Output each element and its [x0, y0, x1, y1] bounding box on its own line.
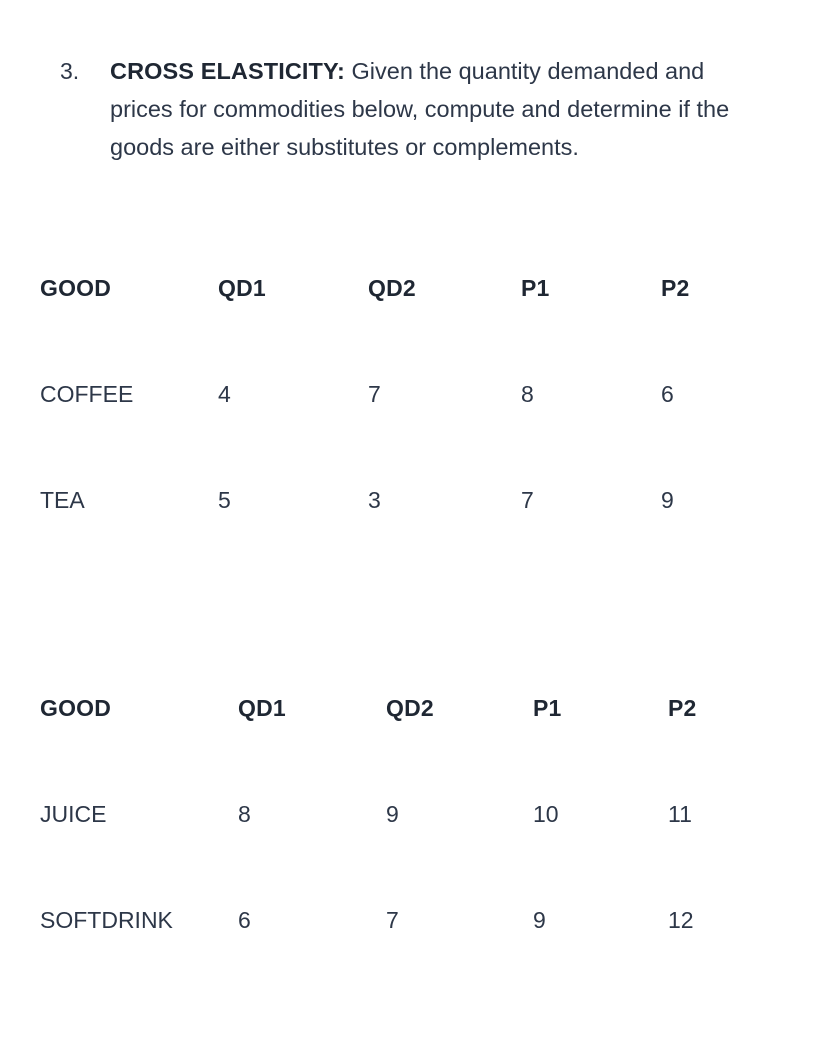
- table-header-row: GOOD QD1 QD2 P1 P2: [40, 695, 740, 801]
- column-header-qd1: QD1: [218, 275, 266, 301]
- table-header-row: GOOD QD1 QD2 P1 P2: [40, 275, 740, 381]
- column-header-p1: P1: [521, 275, 550, 301]
- table-row: SOFTDRINK 6 7 9 12: [40, 907, 740, 947]
- cell-qd1: 5: [218, 487, 231, 513]
- cell-p1: 8: [521, 381, 534, 407]
- question-number: 3.: [60, 58, 80, 84]
- column-header-qd2: QD2: [368, 275, 416, 301]
- column-header-qd2: QD2: [386, 695, 434, 721]
- cross-elasticity-table-1: GOOD QD1 QD2 P1 P2 COFFEE 4 7 8 6 TEA 5 …: [40, 275, 740, 527]
- question-label: CROSS ELASTICITY:: [110, 58, 345, 84]
- table-row: JUICE 8 9 10 11: [40, 801, 740, 907]
- cell-p1: 10: [533, 801, 559, 827]
- document-page: 3. CROSS ELASTICITY: Given the quantity …: [0, 0, 828, 1046]
- question-item: 3. CROSS ELASTICITY: Given the quantity …: [60, 52, 760, 166]
- table-row: COFFEE 4 7 8 6: [40, 381, 740, 487]
- cell-p2: 6: [661, 381, 674, 407]
- column-header-good: GOOD: [40, 695, 112, 721]
- column-header-p1: P1: [533, 695, 562, 721]
- question-text: CROSS ELASTICITY: Given the quantity dem…: [110, 52, 750, 166]
- cell-p1: 7: [521, 487, 534, 513]
- cell-qd2: 9: [386, 801, 399, 827]
- column-header-p2: P2: [661, 275, 690, 301]
- cell-qd1: 4: [218, 381, 231, 407]
- cross-elasticity-table-2: GOOD QD1 QD2 P1 P2 JUICE 8 9 10 11 SOFTD…: [40, 695, 740, 947]
- column-header-qd1: QD1: [238, 695, 286, 721]
- cell-good: COFFEE: [40, 381, 134, 407]
- cell-qd2: 7: [368, 381, 381, 407]
- cell-qd2: 3: [368, 487, 381, 513]
- cell-good: TEA: [40, 487, 85, 513]
- cell-good: SOFTDRINK: [40, 907, 173, 933]
- cell-p1: 9: [533, 907, 546, 933]
- cell-p2: 9: [661, 487, 674, 513]
- cell-qd1: 6: [238, 907, 251, 933]
- cell-qd1: 8: [238, 801, 251, 827]
- cell-good: JUICE: [40, 801, 107, 827]
- cell-qd2: 7: [386, 907, 399, 933]
- column-header-good: GOOD: [40, 275, 112, 301]
- cell-p2: 11: [668, 801, 692, 827]
- table-row: TEA 5 3 7 9: [40, 487, 740, 527]
- column-header-p2: P2: [668, 695, 697, 721]
- cell-p2: 12: [668, 907, 694, 933]
